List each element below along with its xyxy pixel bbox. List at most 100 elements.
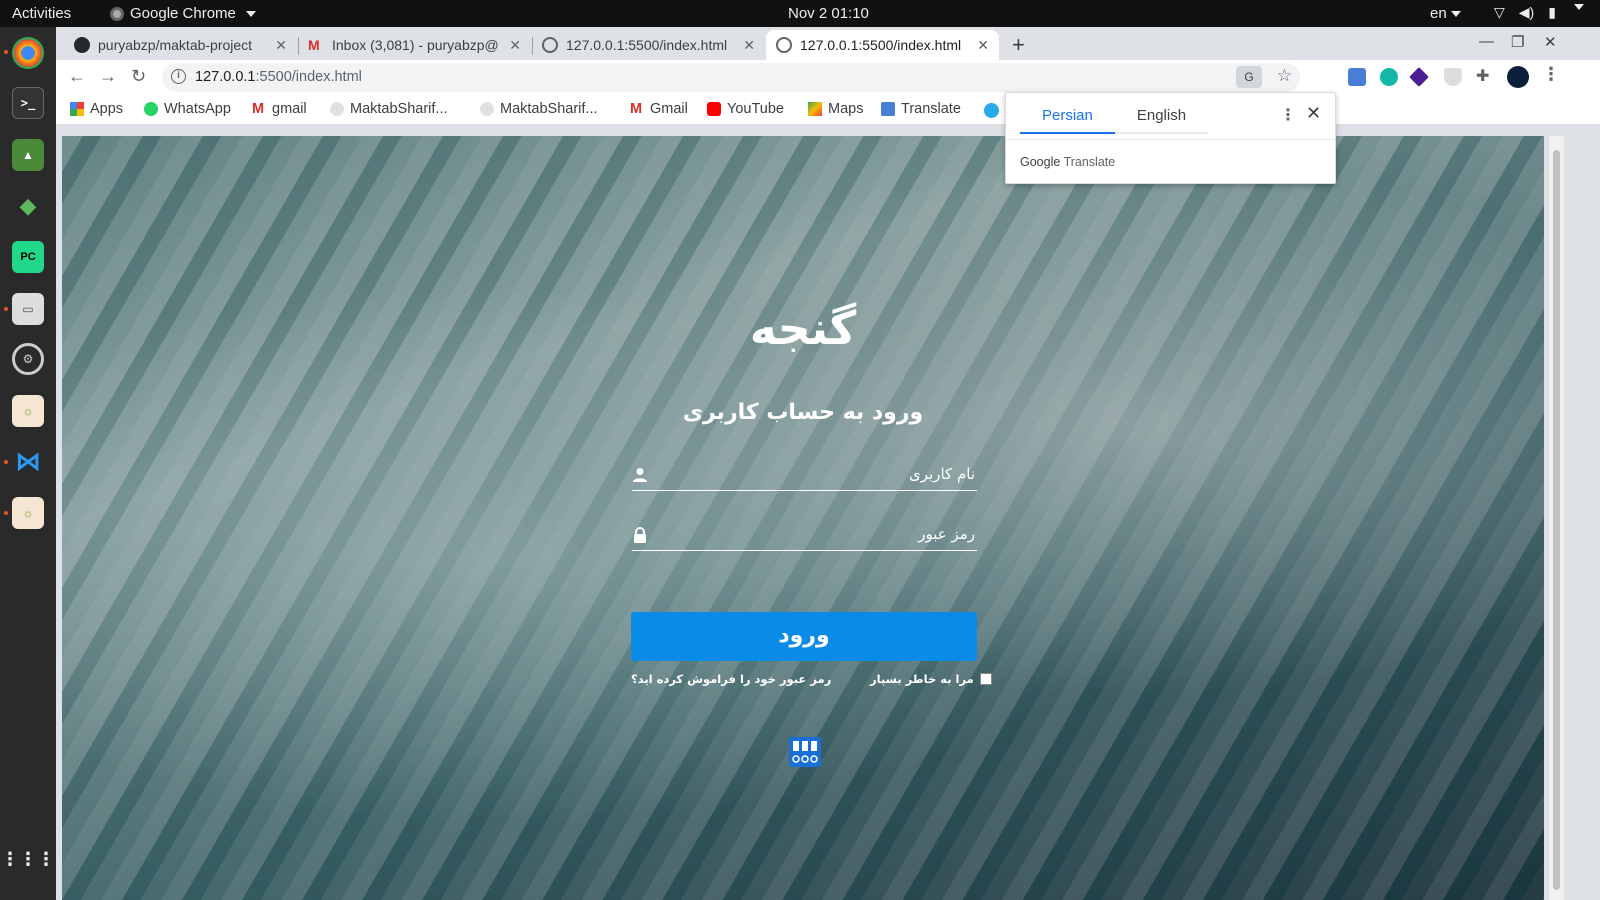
username-field[interactable]: نام کاربری (632, 463, 977, 491)
page-scrollbar[interactable] (1549, 136, 1564, 900)
github-icon (74, 37, 90, 53)
show-applications-icon[interactable]: ⋮⋮⋮ (1, 843, 55, 875)
close-icon[interactable]: ✕ (1306, 103, 1321, 124)
globe-icon (776, 37, 792, 53)
tab-title: 127.0.0.1:5500/index.html (566, 37, 728, 53)
translate-language-tabs: Persian English (1020, 105, 1209, 134)
translate-product: Translate (1063, 155, 1116, 169)
bookmarks-bar: Apps WhatsApp M gmail MaktabSharif... Ma… (56, 95, 1600, 125)
chrome-launcher-icon[interactable] (12, 37, 44, 69)
bookmark-label: Maps (828, 101, 864, 117)
bookmark-maktab-1[interactable]: MaktabSharif... (330, 101, 448, 117)
bookmark-gmail-2[interactable]: M Gmail (630, 101, 688, 117)
files-launcher-icon[interactable]: ▭ (12, 293, 44, 325)
app-menu-label: Google Chrome (130, 5, 236, 22)
bookmark-apps[interactable]: Apps (70, 101, 123, 117)
extensions-puzzle-icon[interactable]: ✚ (1476, 66, 1494, 85)
profile-avatar[interactable] (1507, 66, 1529, 88)
new-tab-button[interactable]: + (1012, 32, 1025, 58)
close-icon[interactable]: ✕ (977, 37, 989, 54)
password-placeholder: رمز عبور (918, 525, 975, 543)
address-bar[interactable]: i 127.0.0.1:5500/index.html G ☆ (162, 63, 1300, 92)
user-icon (633, 468, 647, 482)
maps-icon (808, 102, 822, 116)
scrollbar-thumb[interactable] (1553, 150, 1560, 890)
page-viewport: گنجه ورود به حساب کاربری نام کاربری رمز … (62, 136, 1544, 900)
bookmark-maps[interactable]: Maps (808, 101, 863, 117)
bookmark-label: YouTube (727, 101, 784, 117)
bookmark-whatsapp[interactable]: WhatsApp (144, 101, 231, 117)
site-info-icon[interactable]: i (171, 69, 186, 84)
translate-popup: Persian English ⋮ ✕ Google Translate (1005, 92, 1336, 184)
settings-launcher-icon[interactable]: ⚙ (12, 343, 44, 375)
dock: >_ ▲ ◆ PC ▭ ⚙ ☼ ⋈ ☼ ⋮⋮⋮ (0, 27, 56, 900)
running-indicator (4, 307, 8, 311)
vscode-launcher-icon[interactable]: ⋈ (12, 445, 44, 477)
telegram-icon[interactable] (984, 103, 999, 118)
remember-me-checkbox[interactable] (979, 673, 992, 685)
sun-app-launcher-icon[interactable]: ☼ (12, 395, 44, 427)
close-icon[interactable]: ✕ (509, 37, 521, 54)
clock[interactable]: Nov 2 01:10 (788, 5, 869, 22)
network-icon: ▽ (1494, 4, 1505, 20)
browser-tab[interactable]: M Inbox (3,081) - puryabzp@ ✕ (298, 30, 531, 60)
login-button[interactable]: ورود (631, 612, 977, 661)
language-indicator[interactable]: en (1430, 5, 1461, 22)
shield-extension-icon[interactable] (1444, 68, 1462, 86)
restore-icon[interactable]: ❐ (1511, 33, 1524, 51)
m-extension-icon[interactable] (1380, 68, 1398, 86)
lock-icon (634, 527, 646, 543)
bookmark-gmail[interactable]: M gmail (252, 101, 307, 117)
minimize-icon[interactable]: — (1479, 33, 1494, 50)
system-tray[interactable]: ▽ ◀) ▮ (1494, 4, 1584, 21)
bookmark-label: Apps (90, 101, 124, 117)
tab-title: Inbox (3,081) - puryabzp@ (332, 37, 499, 53)
more-options-icon[interactable]: ⋮ (1280, 105, 1296, 125)
bookmark-maktab-2[interactable]: MaktabSharif... (480, 101, 598, 117)
image-viewer-launcher-icon[interactable]: ▲ (12, 139, 44, 171)
site-logo-title: گنجه (749, 301, 857, 355)
url-host: 127.0.0.1 (195, 69, 256, 85)
terminal-launcher-icon[interactable]: >_ (12, 87, 44, 119)
bookmark-label: MaktabSharif... (500, 101, 598, 117)
app-menu[interactable]: Google Chrome (110, 5, 256, 22)
diamond-extension-icon[interactable] (1409, 67, 1429, 87)
reload-icon[interactable]: ↻ (131, 66, 146, 87)
back-arrow-icon[interactable]: ← (68, 66, 86, 87)
url-text[interactable]: 127.0.0.1:5500/index.html (195, 69, 362, 85)
bookmark-translate[interactable]: Translate (881, 101, 961, 117)
window-close-icon[interactable]: ✕ (1544, 33, 1557, 51)
browser-tab-active[interactable]: 127.0.0.1:5500/index.html ✕ (766, 30, 999, 60)
battery-icon: ▮ (1548, 4, 1556, 20)
bookmark-youtube[interactable]: YouTube (707, 101, 784, 117)
browser-tab[interactable]: 127.0.0.1:5500/index.html ✕ (532, 30, 765, 60)
browser-tab[interactable]: puryabzp/maktab-project ✕ (64, 30, 297, 60)
volume-icon: ◀) (1518, 4, 1535, 20)
page-heading: ورود به حساب کاربری (682, 400, 924, 425)
google-translate-extension-icon[interactable] (1348, 68, 1366, 86)
browser-toolbar: ← → ↻ i 127.0.0.1:5500/index.html G ☆ ✚ … (56, 60, 1600, 95)
tab-target-language[interactable]: English (1114, 105, 1209, 134)
close-icon[interactable]: ✕ (275, 37, 287, 54)
forward-arrow-icon[interactable]: → (99, 66, 117, 87)
running-indicator (4, 511, 8, 515)
chrome-menu-icon[interactable]: ⋮ (1542, 64, 1560, 84)
sun-app-launcher-icon-2[interactable]: ☼ (12, 497, 44, 529)
remember-me[interactable]: مرا به خاطر بسپار (870, 672, 992, 686)
chevron-down-icon (245, 10, 256, 17)
bookmark-label: WhatsApp (164, 101, 231, 117)
tab-title: 127.0.0.1:5500/index.html (800, 37, 962, 53)
background-image (62, 136, 1544, 900)
bookmark-star-icon[interactable]: ☆ (1277, 66, 1292, 86)
close-icon[interactable]: ✕ (743, 37, 755, 54)
translate-page-icon[interactable]: G (1236, 66, 1262, 88)
system-top-bar: Activities Google Chrome Nov 2 01:10 en … (0, 0, 1600, 27)
robo3t-launcher-icon[interactable]: ◆ (12, 190, 44, 222)
tab-source-language[interactable]: Persian (1020, 105, 1115, 134)
pycharm-launcher-icon[interactable]: PC (12, 241, 44, 273)
forgot-password-link[interactable]: رمز عبور خود را فراموش کرده اید؟ (631, 672, 831, 686)
password-field[interactable]: رمز عبور (632, 523, 977, 551)
gmail-icon: M (630, 101, 643, 117)
maktab-icon (480, 102, 494, 116)
activities-button[interactable]: Activities (12, 5, 71, 22)
